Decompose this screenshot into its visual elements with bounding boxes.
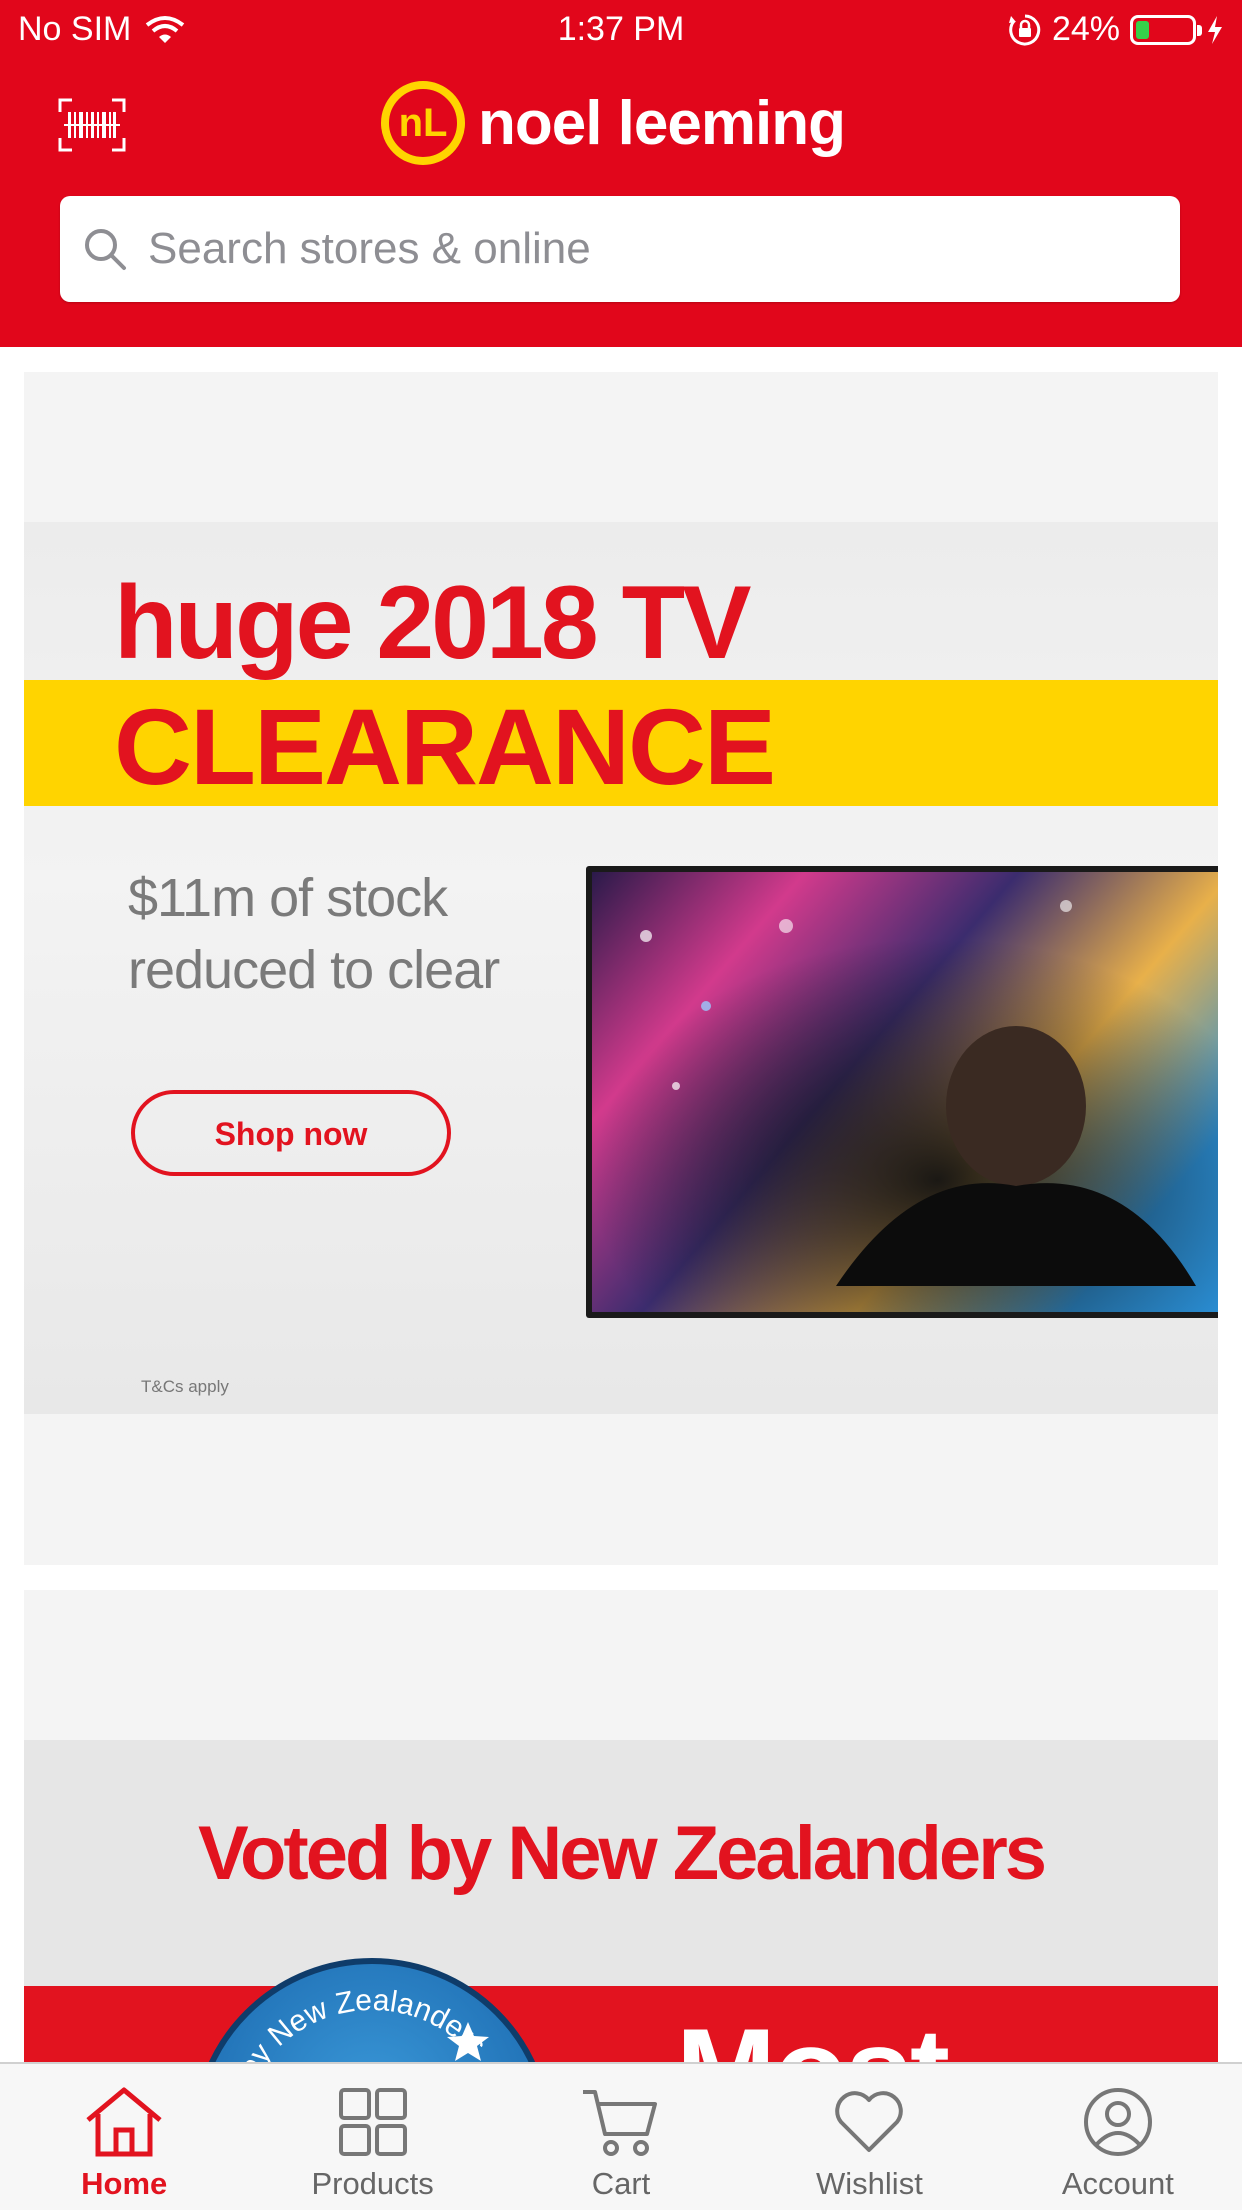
bottom-tab-bar: Home Products Cart Wishlist Account — [0, 2062, 1242, 2210]
logo-monogram: nL — [399, 101, 448, 145]
grid-icon — [338, 2088, 407, 2156]
terms-text: T&Cs apply — [141, 1377, 229, 1396]
logo-mark-icon: nL — [381, 81, 465, 165]
promo-headline: huge 2018 TV — [114, 565, 751, 681]
promo-body: $11m of stock reduced to clear — [128, 868, 500, 1000]
voted-headline: Voted by New Zealanders — [197, 1811, 1047, 1896]
badge-text: by New Zealanders — [232, 1984, 492, 2070]
barcode-scanner-icon[interactable] — [58, 98, 126, 152]
tv-clearance-banner[interactable]: huge 2018 TV CLEARANCE $11m of stock red… — [24, 522, 1218, 1414]
promo-card-voted[interactable]: Voted by New Zealanders Most by New Zeal… — [24, 1590, 1218, 2070]
search-icon — [85, 229, 126, 270]
account-icon — [1083, 2088, 1152, 2156]
search-input[interactable] — [146, 223, 1110, 275]
brand-logo: nL noel leeming — [378, 78, 846, 168]
banner-word: Most — [676, 2002, 950, 2070]
award-badge: by New Zealanders — [192, 1958, 552, 2070]
tab-wishlist[interactable]: Wishlist — [745, 2064, 993, 2210]
search-bar[interactable] — [60, 196, 1180, 302]
tab-label-home: Home — [81, 2166, 168, 2201]
cart-icon — [583, 2090, 658, 2156]
tab-label-cart: Cart — [591, 2166, 651, 2201]
tv-product-image — [586, 866, 1218, 1318]
promo-card-tv-clearance[interactable]: huge 2018 TV CLEARANCE $11m of stock red… — [24, 372, 1218, 1565]
orientation-lock-icon — [1008, 14, 1041, 45]
voted-banner[interactable]: Voted by New Zealanders Most by New Zeal… — [24, 1740, 1218, 2070]
battery-fill — [1136, 20, 1149, 39]
battery-icon — [1130, 14, 1202, 45]
tab-label-wishlist: Wishlist — [816, 2166, 923, 2201]
charging-icon — [1208, 15, 1222, 44]
tab-products[interactable]: Products — [248, 2064, 496, 2210]
app-header: No SIM 1:37 PM 24% nL noel leeming Searc… — [0, 0, 1242, 347]
tab-label-products: Products — [311, 2166, 434, 2201]
tab-home[interactable]: Home — [0, 2064, 248, 2210]
brand-name: noel leeming — [478, 88, 846, 158]
heart-icon — [835, 2091, 904, 2152]
battery-percent: 24% — [1051, 10, 1120, 48]
svg-text:by New Zealanders: by New Zealanders — [232, 1984, 492, 2070]
shop-now-button[interactable]: Shop now — [131, 1090, 451, 1176]
tab-label-account: Account — [1061, 2166, 1174, 2201]
status-bar: No SIM 1:37 PM 24% — [0, 0, 1242, 60]
promo-subhead: CLEARANCE — [114, 686, 776, 807]
tab-cart[interactable]: Cart — [497, 2064, 745, 2210]
home-icon — [86, 2087, 162, 2157]
tab-account[interactable]: Account — [994, 2064, 1242, 2210]
